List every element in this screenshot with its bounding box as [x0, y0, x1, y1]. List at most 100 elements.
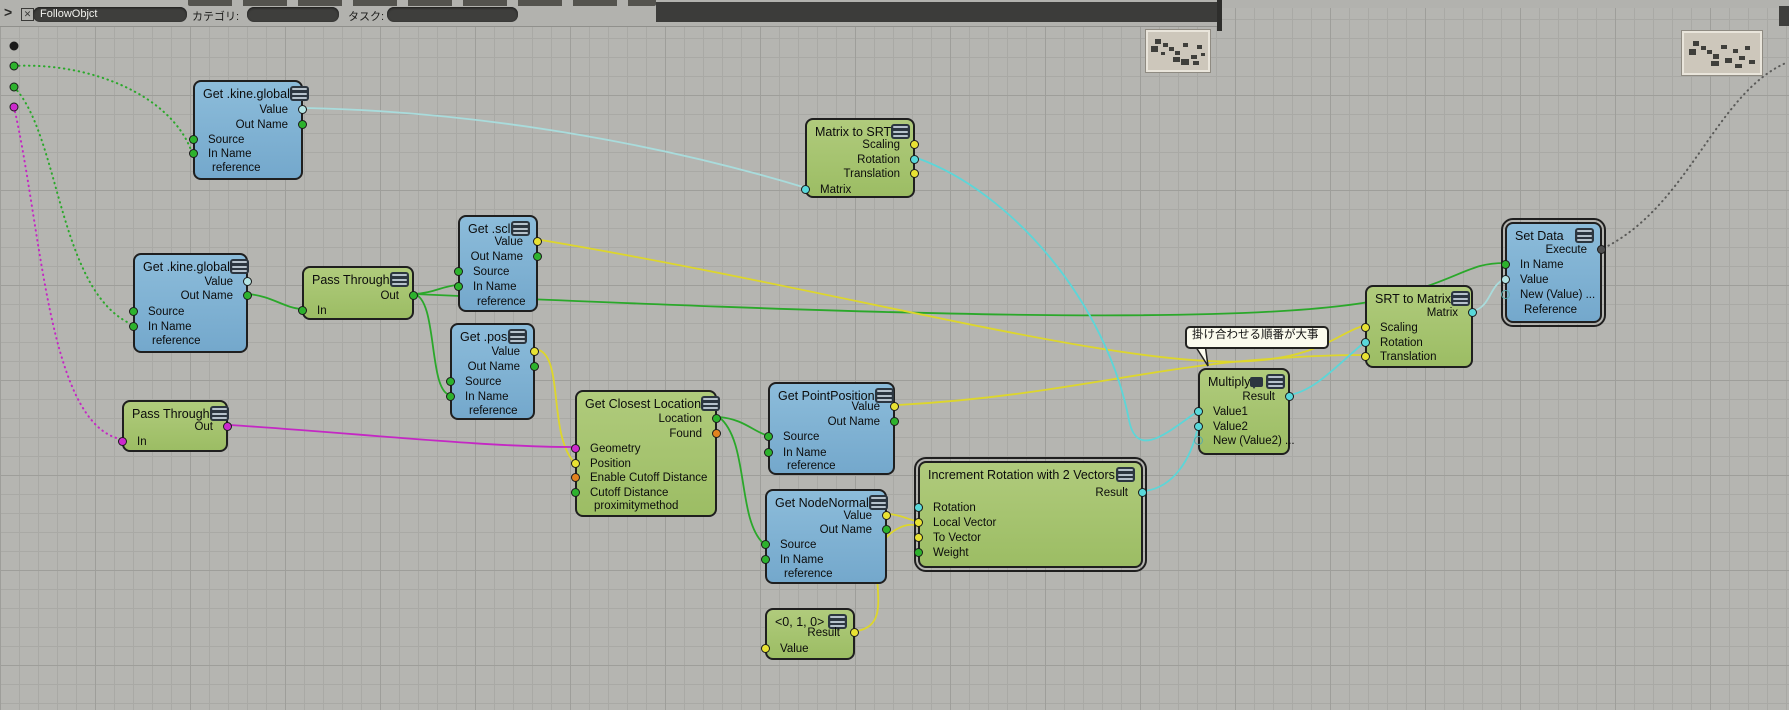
port-dot-found[interactable] [712, 429, 721, 438]
port-in-name[interactable]: In Name [1501, 258, 1563, 272]
port-dot-value[interactable] [530, 347, 539, 356]
port-dot-new-value[interactable] [1501, 290, 1510, 299]
tree-port-1[interactable] [9, 41, 19, 51]
node-pass-through-2[interactable]: Pass Through Out In [118, 400, 232, 452]
wire-set-data-execute-to-canvas-right-edge[interactable] [1603, 61, 1789, 249]
port-dot-in[interactable] [118, 437, 127, 446]
node-menu-icon[interactable] [389, 272, 409, 287]
node-menu-icon[interactable] [1116, 467, 1135, 482]
port-result[interactable]: Result [807, 626, 859, 640]
port-matrix[interactable]: Matrix [1427, 306, 1477, 320]
node-get-nodenormal[interactable]: Get NodeNormal Value Out Name Source In Name… [761, 489, 891, 584]
port-dot-matrix[interactable] [801, 185, 810, 194]
node-canvas[interactable]: > ✕ FollowObjct カテゴリ: タスク: 掛け合わせる順番が大事 G… [0, 0, 1789, 710]
port-dot-out-name[interactable] [533, 252, 542, 261]
node-multiply[interactable]: Multiply Result Value1 Value2 New (Value2) .… [1194, 368, 1295, 455]
port-out-name[interactable]: Out Name [468, 360, 539, 374]
node-matrix-to-srt[interactable]: Matrix to SRT Scaling Rotation Translation M… [801, 118, 919, 198]
port-in-name[interactable]: In Name [764, 446, 826, 460]
task-input[interactable] [387, 7, 518, 22]
wire-get-closest-location-location-to-get-nodenormal-source[interactable] [718, 416, 764, 544]
port-out-name[interactable]: Out Name [471, 250, 542, 264]
port-dot-position[interactable] [571, 459, 580, 468]
port-dot-value[interactable] [882, 511, 891, 520]
port-translation[interactable]: Translation [1361, 350, 1436, 364]
wire-tree-port-2-to-get-kine-global-1-in-name[interactable] [13, 64, 192, 151]
port-cutoff-distance[interactable]: Cutoff Distance [571, 486, 668, 500]
port-value[interactable]: Value [259, 103, 307, 117]
port-result[interactable]: Result [1242, 390, 1294, 404]
port-in[interactable]: In [298, 304, 327, 318]
node-menu-icon[interactable] [891, 124, 911, 139]
tree-name-input[interactable]: FollowObjct [33, 7, 187, 22]
node-menu-icon[interactable] [209, 406, 229, 421]
wire-pass-through-2-out-to-get-closest-location-geometry[interactable] [229, 424, 574, 448]
port-dot-rotation[interactable] [914, 503, 923, 512]
port-value[interactable]: Value [761, 642, 809, 656]
port-dot-in-name[interactable] [129, 322, 138, 331]
port-location[interactable]: Location [659, 412, 721, 426]
port-out[interactable]: Out [194, 420, 232, 434]
node-get-kine-global-1[interactable]: Get .kine.global Value Out Name Source In Na… [189, 80, 309, 180]
port-rotation[interactable]: Rotation [914, 501, 976, 515]
port-dot-in-name[interactable] [446, 392, 455, 401]
port-value[interactable]: Value [851, 400, 899, 414]
port-in-name[interactable]: In Name [454, 280, 516, 294]
wire-get-pos-value-to-get-closest-location-position[interactable] [538, 349, 574, 462]
node-get-kine-global-2[interactable]: Get .kine.global Value Out Name Source In Na… [129, 253, 252, 353]
port-dot-to-vector[interactable] [914, 533, 923, 542]
tree-port-4[interactable] [9, 102, 19, 112]
port-in-name[interactable]: In Name [446, 390, 508, 404]
port-dot-new-value2[interactable] [1194, 436, 1203, 445]
port-dot-source[interactable] [446, 377, 455, 386]
annotation-bubble[interactable]: 掛け合わせる順番が大事 [1185, 326, 1329, 349]
port-dot-translation[interactable] [1361, 352, 1370, 361]
port-dot-scaling[interactable] [1361, 323, 1370, 332]
port-source[interactable]: Source [129, 305, 184, 319]
wire-get-kine-global-1-value-to-matrix-to-srt-matrix[interactable] [304, 107, 804, 188]
navigator-minimap-2[interactable] [1682, 31, 1762, 75]
port-scaling[interactable]: Scaling [862, 138, 919, 152]
port-dot-source[interactable] [764, 432, 773, 441]
port-dot-scaling[interactable] [910, 140, 919, 149]
port-value[interactable]: Value [494, 235, 542, 249]
port-dot-result[interactable] [1285, 392, 1294, 401]
expand-tree-button[interactable]: > [4, 4, 12, 20]
port-dot-in-name[interactable] [1501, 260, 1510, 269]
port-rotation[interactable]: Rotation [1361, 336, 1423, 350]
port-result[interactable]: Result [1095, 486, 1147, 500]
port-dot-location[interactable] [712, 414, 721, 423]
port-scaling[interactable]: Scaling [1361, 321, 1418, 335]
port-new-value[interactable]: New (Value) ... [1501, 288, 1595, 302]
port-source[interactable]: Source [446, 375, 501, 389]
port-dot-result[interactable] [1138, 488, 1147, 497]
port-dot-out[interactable] [223, 422, 232, 431]
node-menu-icon[interactable] [1266, 374, 1286, 389]
port-dot-in-name[interactable] [761, 555, 770, 564]
wire-pass-through-1-out-to-get-pos-in-name[interactable] [413, 293, 451, 396]
node-set-data[interactable]: Set Data Execute In Name Value New (Value) .… [1501, 218, 1606, 327]
port-dot-cutoff-distance[interactable] [571, 488, 580, 497]
wire-matrix-to-srt-rotation-to-multiply-value1[interactable] [916, 157, 1199, 442]
port-dot-weight[interactable] [914, 548, 923, 557]
port-source[interactable]: Source [454, 265, 509, 279]
port-translation[interactable]: Translation [844, 167, 919, 181]
port-out-name[interactable]: Out Name [236, 118, 307, 132]
port-dot-value[interactable] [890, 402, 899, 411]
tree-port-2[interactable] [9, 61, 19, 71]
node-menu-icon[interactable] [1575, 228, 1594, 243]
port-dot-value[interactable] [533, 237, 542, 246]
node-menu-icon[interactable] [289, 86, 309, 101]
port-dot-source[interactable] [129, 307, 138, 316]
port-dot-out-name[interactable] [882, 525, 891, 534]
port-dot-geometry[interactable] [571, 444, 580, 453]
port-value[interactable]: Value [491, 345, 539, 359]
port-source[interactable]: Source [761, 538, 816, 552]
port-dot-enable-cutoff-distance[interactable] [571, 473, 580, 482]
port-dot-source[interactable] [454, 267, 463, 276]
wire-get-nodenormal-value-to-increment-rotation-with-2-vectors-local-vector[interactable] [888, 513, 917, 522]
node-get-pos[interactable]: Get .pos Value Out Name Source In Name refere… [446, 323, 539, 420]
port-dot-value1[interactable] [1194, 407, 1203, 416]
port-out-name[interactable]: Out Name [181, 289, 252, 303]
port-enable-cutoff-distance[interactable]: Enable Cutoff Distance [571, 471, 707, 485]
